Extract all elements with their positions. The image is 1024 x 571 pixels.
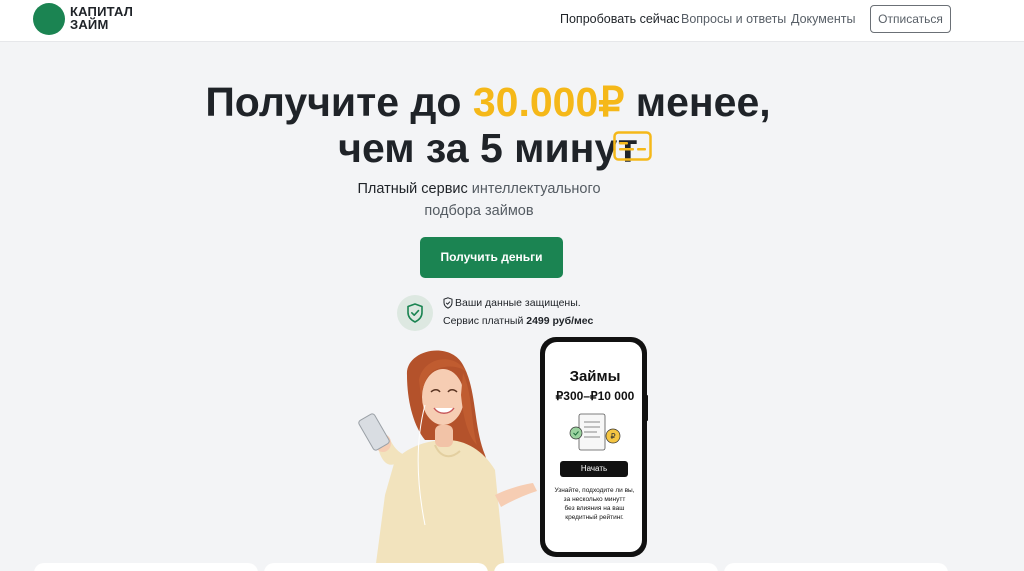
small-shield-icon [443, 297, 453, 309]
phone-note-line-3: без влияния на ваш [564, 505, 625, 512]
phone-note-line-4: кредитный рейтинг. [565, 514, 624, 521]
unsubscribe-button[interactable]: Отписаться [870, 5, 951, 33]
nav-faq[interactable]: Вопросы и ответы [681, 12, 786, 26]
phone-note: Узнайте, подходите ли вы, за несколько м… [548, 486, 641, 522]
feature-card [724, 563, 948, 571]
security-price-prefix: Сервис платный [443, 315, 527, 327]
hero-title-amount: 30.000₽ [472, 79, 625, 125]
security-text-line-1: Ваши данные защищены. [455, 297, 581, 309]
get-money-button[interactable]: Получить деньги [420, 237, 563, 278]
nav-try-now[interactable]: Попробовать сейчас [560, 12, 680, 26]
phone-start-button[interactable]: Начать [560, 461, 628, 477]
nav-documents[interactable]: Документы [791, 12, 855, 26]
document-coins-icon: ₽ [569, 413, 621, 451]
feature-card [494, 563, 718, 571]
feature-card [264, 563, 488, 571]
phone-side-button [645, 395, 648, 421]
credit-card-icon [613, 131, 652, 161]
hero-title-suffix: менее, [624, 79, 771, 125]
hero-subtitle-line-2: подбора займов [424, 203, 534, 219]
hero-title-line-2: чем за 5 минут [338, 125, 638, 171]
shield-check-icon [407, 303, 423, 323]
hero-subtitle-rest: интеллектуального [467, 181, 601, 197]
security-price: 2499 руб/мес [526, 315, 594, 327]
hero-title-line-1: Получите до 30.000₽ менее, [0, 79, 1000, 125]
phone-title: Займы [569, 368, 621, 385]
logo-icon[interactable] [33, 3, 65, 35]
logo-text[interactable]: КАПИТАЛ ЗАЙМ [70, 5, 133, 31]
phone-note-line-2: за несколько минутт [563, 496, 626, 503]
hero-subtitle-strong: Платный сервис [357, 181, 468, 197]
hero-subtitle-line-1: Платный сервис интеллектуального [0, 178, 991, 200]
svg-text:₽: ₽ [610, 432, 615, 441]
security-text-line-2: Сервис платный 2499 руб/мес [443, 315, 593, 327]
logo-line-2: ЗАЙМ [70, 17, 109, 32]
hero-title-prefix: Получите до [205, 79, 473, 125]
phone-note-line-1: Узнайте, подходите ли вы, [554, 487, 635, 494]
security-badge [397, 295, 433, 331]
woman-with-phone-illustration [358, 350, 537, 571]
site-header: КАПИТАЛ ЗАЙМ Попробовать сейчас Вопросы … [0, 0, 1024, 42]
feature-card [34, 563, 258, 571]
phone-amount-range: ₽300–₽10 000 [555, 389, 635, 403]
